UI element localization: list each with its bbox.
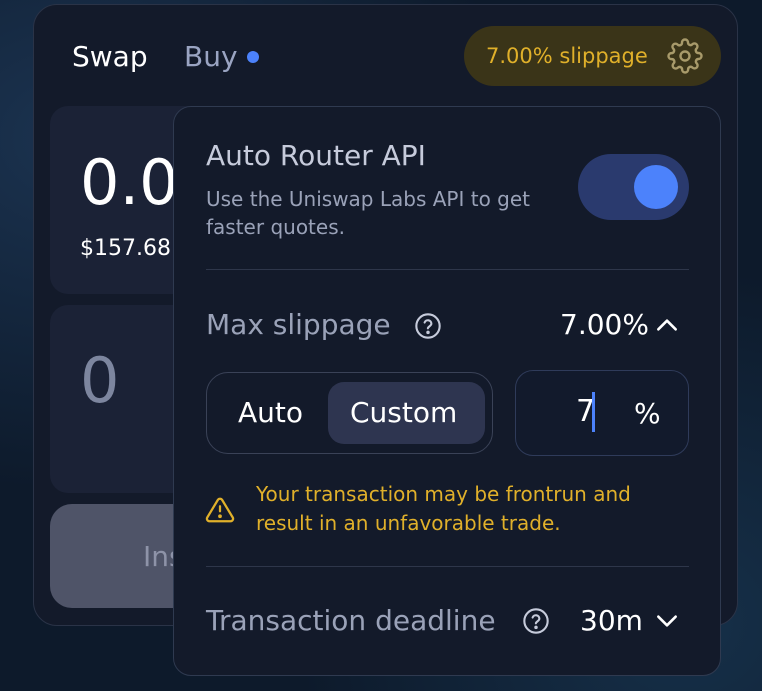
slippage-warning-text: Your transaction may be frontrun and res… — [256, 482, 631, 535]
slippage-settings-button[interactable]: 7.00% slippage — [464, 26, 721, 86]
divider — [206, 269, 689, 270]
warning-icon — [205, 497, 235, 523]
buy-indicator-dot — [247, 51, 259, 63]
question-icon[interactable] — [414, 312, 442, 340]
slippage-mode-auto[interactable]: Auto — [238, 396, 303, 429]
transaction-deadline-value[interactable]: 30m — [580, 604, 643, 637]
text-caret — [592, 392, 595, 432]
custom-slippage-input[interactable] — [515, 370, 689, 456]
tab-swap[interactable]: Swap — [72, 40, 148, 73]
auto-router-description: Use the Uniswap Labs API to get faster q… — [206, 187, 531, 239]
chevron-down-icon[interactable] — [654, 608, 680, 634]
tab-buy[interactable]: Buy — [184, 40, 238, 73]
chevron-up-icon[interactable] — [654, 312, 680, 338]
max-slippage-label: Max slippage — [206, 308, 391, 341]
slippage-button-label: 7.00% slippage — [486, 44, 648, 68]
gear-icon — [667, 38, 703, 74]
buy-amount-input[interactable]: 0 — [80, 344, 119, 417]
custom-slippage-unit: % — [634, 397, 661, 430]
toggle-knob — [634, 165, 678, 209]
divider — [206, 566, 689, 567]
slippage-mode-custom[interactable]: Custom — [350, 396, 457, 429]
max-slippage-value[interactable]: 7.00% — [560, 308, 649, 341]
auto-router-title: Auto Router API — [206, 139, 426, 172]
transaction-deadline-label: Transaction deadline — [206, 604, 496, 637]
sell-usd-value: $157.68 — [80, 236, 171, 261]
auto-router-toggle[interactable] — [578, 154, 689, 220]
question-icon[interactable] — [522, 607, 550, 635]
sell-amount-input[interactable]: 0.0 — [80, 146, 179, 219]
